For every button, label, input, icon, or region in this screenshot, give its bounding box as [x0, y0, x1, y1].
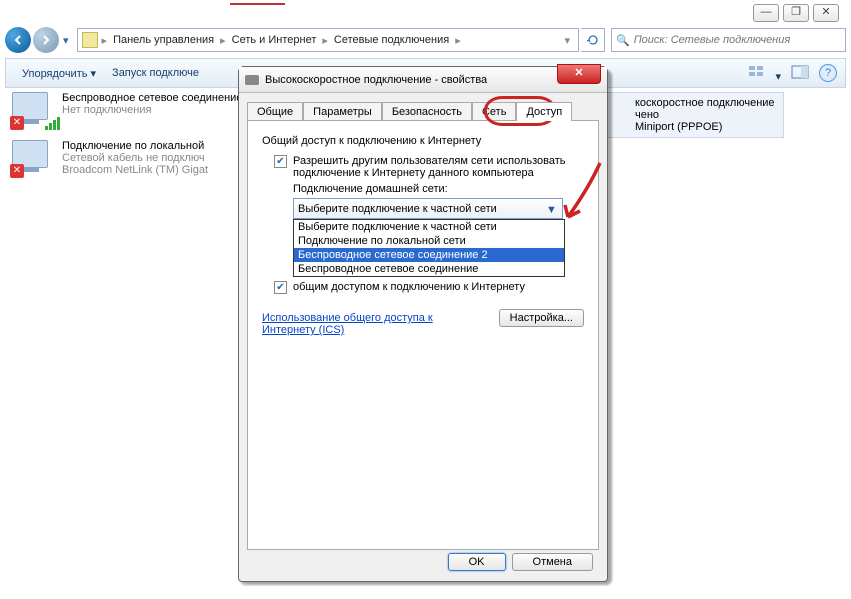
tab-security[interactable]: Безопасность [382, 102, 472, 121]
allow-sharing-checkbox[interactable]: ✔ [274, 155, 287, 168]
help-icon[interactable]: ? [819, 64, 837, 82]
search-input[interactable] [634, 34, 841, 46]
breadcrumb-item[interactable]: Сеть и Интернет [226, 34, 323, 46]
connection-title: Подключение по локальной [62, 140, 208, 152]
connection-status: Нет подключения [62, 104, 242, 116]
home-network-combo[interactable]: Выберите подключение к частной сети ▼ Вы… [293, 198, 563, 219]
dropdown-option[interactable]: Беспроводное сетевое соединение [294, 262, 564, 276]
launch-connection-button[interactable]: Запуск подключе [104, 67, 207, 79]
preview-pane-icon[interactable] [791, 65, 809, 82]
modem-icon [245, 75, 259, 85]
combo-dropdown: Выберите подключение к частной сети Подк… [293, 219, 565, 277]
connection-adapter: Broadcom NetLink (TM) Gigat [62, 164, 208, 176]
wireless-icon: ✕ [12, 92, 54, 128]
allow-control-checkbox[interactable]: ✔ [274, 281, 287, 294]
connection-item-selected[interactable]: коскоростное подключение чено Miniport (… [592, 92, 784, 138]
dialog-titlebar[interactable]: Высокоскоростное подключение - свойства … [239, 67, 607, 93]
tab-sharing[interactable]: Доступ [516, 102, 572, 121]
settings-button[interactable]: Настройка... [499, 309, 584, 327]
address-bar[interactable]: ▸ Панель управления ▸ Сеть и Интернет ▸ … [77, 28, 579, 52]
signal-bars-icon [45, 117, 60, 130]
view-icon[interactable]: ▾ [748, 64, 781, 83]
disconnected-badge-icon: ✕ [10, 116, 24, 130]
search-icon: 🔍 [616, 34, 630, 47]
refresh-button[interactable] [581, 28, 605, 52]
close-window-button[interactable]: ✕ [813, 4, 839, 22]
connection-status: Сетевой кабель не подключ [62, 152, 208, 164]
maximize-button[interactable]: ❐ [783, 4, 809, 22]
tab-panel-sharing: Общий доступ к подключению к Интернету ✔… [247, 120, 599, 550]
back-button[interactable] [5, 27, 31, 53]
dialog-title: Высокоскоростное подключение - свойства [265, 74, 487, 86]
disconnected-badge-icon: ✕ [10, 164, 24, 178]
tab-strip: Общие Параметры Безопасность Сеть Доступ [239, 93, 607, 120]
tab-parameters[interactable]: Параметры [303, 102, 382, 121]
search-box[interactable]: 🔍 [611, 28, 846, 52]
history-dropdown-icon[interactable]: ▾ [61, 34, 71, 47]
connection-title: Беспроводное сетевое соединение [62, 92, 242, 104]
section-heading: Общий доступ к подключению к Интернету [262, 135, 584, 147]
ethernet-icon: ✕ [12, 140, 54, 176]
dialog-close-button[interactable]: ✕ [557, 64, 601, 84]
connection-title: коскоростное подключение [635, 97, 775, 109]
ok-button[interactable]: OK [448, 553, 506, 571]
nav-toolbar: ▾ ▸ Панель управления ▸ Сеть и Интернет … [5, 26, 846, 54]
decoration [230, 3, 285, 5]
allow-control-label-tail: общим доступом к подключению к Интернету [293, 281, 584, 293]
chevron-down-icon: ▼ [544, 202, 559, 217]
dropdown-option-selected[interactable]: Беспроводное сетевое соединение 2 [294, 248, 564, 262]
allow-sharing-label: Разрешить другим пользователям сети испо… [293, 155, 584, 179]
properties-dialog: Высокоскоростное подключение - свойства … [238, 66, 608, 582]
chevron-right-icon[interactable]: ▸ [455, 34, 461, 47]
tab-network[interactable]: Сеть [472, 102, 516, 121]
connection-adapter: Miniport (PPPOE) [635, 121, 775, 133]
breadcrumb-item[interactable]: Панель управления [107, 34, 220, 46]
dropdown-option[interactable]: Выберите подключение к частной сети [294, 220, 564, 234]
folder-icon [82, 32, 98, 48]
minimize-button[interactable]: — [753, 4, 779, 22]
connection-status: чено [635, 109, 775, 121]
dropdown-option[interactable]: Подключение по локальной сети [294, 234, 564, 248]
tab-general[interactable]: Общие [247, 102, 303, 121]
cancel-button[interactable]: Отмена [512, 553, 593, 571]
combo-value: Выберите подключение к частной сети [298, 203, 497, 215]
forward-button[interactable] [33, 27, 59, 53]
home-network-label: Подключение домашней сети: [262, 183, 584, 195]
address-dropdown-icon[interactable]: ▾ [560, 34, 574, 47]
organize-menu[interactable]: Упорядочить ▾ [14, 67, 104, 80]
breadcrumb-item[interactable]: Сетевые подключения [328, 34, 455, 46]
